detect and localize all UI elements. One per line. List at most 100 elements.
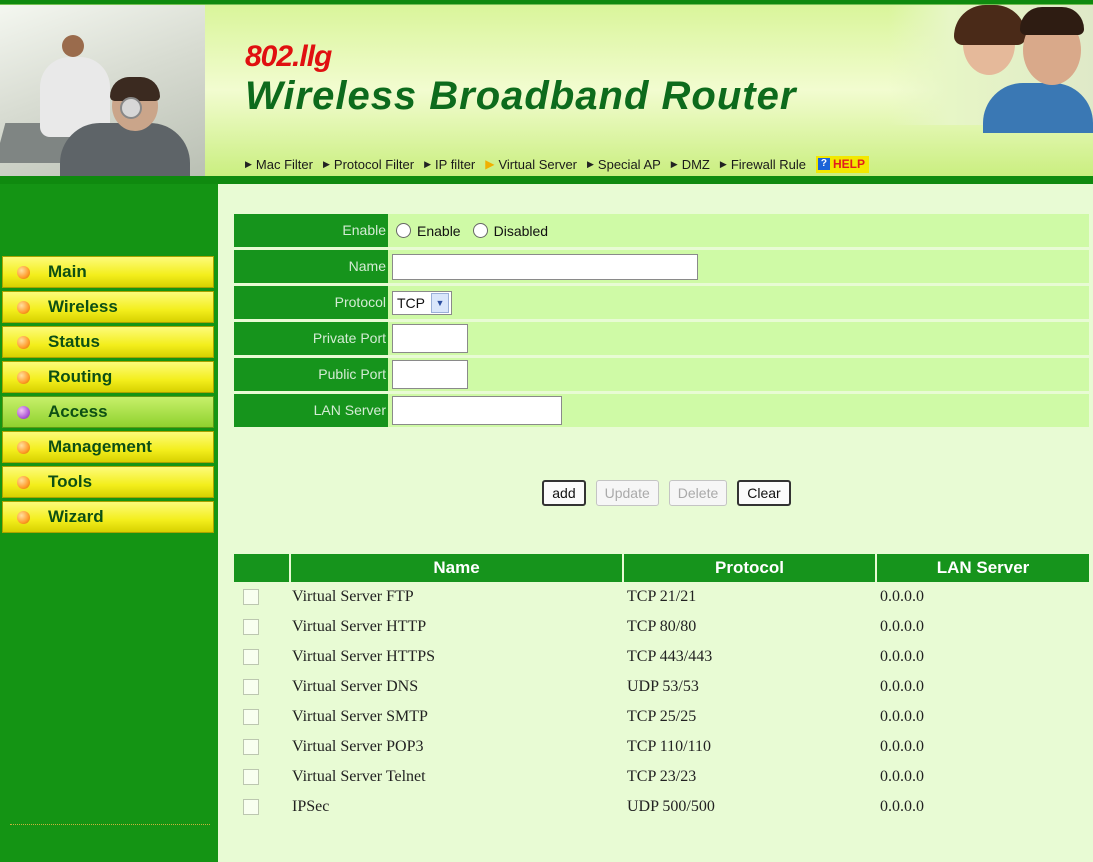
protocol-select[interactable]: TCP ▼ bbox=[392, 290, 452, 315]
row-lan-server: 0.0.0.0 bbox=[880, 648, 924, 665]
private-port-input[interactable] bbox=[392, 324, 468, 353]
form-row-private-port: Private Port bbox=[234, 322, 1089, 355]
public-port-input[interactable] bbox=[392, 360, 468, 389]
triangle-right-icon: ▶ bbox=[322, 158, 330, 169]
form-buttons: add Update Delete Clear bbox=[234, 480, 1093, 506]
lan-server-column-header: LAN Server bbox=[875, 554, 1089, 582]
disabled-radio[interactable] bbox=[472, 223, 488, 238]
headphones-graphic bbox=[120, 97, 142, 119]
row-checkbox[interactable] bbox=[243, 679, 259, 695]
row-select-cell bbox=[234, 709, 289, 725]
name-input[interactable] bbox=[392, 253, 698, 280]
table-row: Virtual Server Telnet TCP 23/23 0.0.0.0 bbox=[234, 762, 1089, 792]
triangle-right-icon: ▶ bbox=[424, 158, 432, 169]
row-checkbox[interactable] bbox=[243, 739, 259, 755]
row-protocol: UDP 500/500 bbox=[627, 798, 715, 815]
private-port-label: Private Port bbox=[234, 322, 388, 355]
bullet-icon bbox=[17, 335, 30, 349]
row-lan-server: 0.0.0.0 bbox=[880, 588, 924, 605]
enable-label: Enable bbox=[234, 214, 388, 247]
enable-radio-label: Enable bbox=[417, 222, 461, 239]
row-protocol: UDP 53/53 bbox=[627, 678, 699, 695]
row-name: Virtual Server FTP bbox=[292, 588, 414, 605]
select-column-header bbox=[234, 554, 289, 582]
clear-button[interactable]: Clear bbox=[737, 480, 791, 506]
table-header: Name Protocol LAN Server bbox=[234, 554, 1089, 582]
delete-button[interactable]: Delete bbox=[668, 480, 728, 506]
table-row: Virtual Server DNS UDP 53/53 0.0.0.0 bbox=[234, 672, 1089, 702]
nav-special-ap[interactable]: ▶ Special AP bbox=[587, 157, 661, 172]
sidebar-item-label: Status bbox=[48, 332, 100, 351]
main-content: Enable Enable Disabled Name Protocol TCP… bbox=[218, 184, 1093, 862]
row-checkbox[interactable] bbox=[243, 589, 259, 605]
row-protocol: TCP 21/21 bbox=[627, 588, 697, 605]
row-checkbox[interactable] bbox=[243, 649, 259, 665]
form-row-enable: Enable Enable Disabled bbox=[234, 214, 1089, 247]
brand-title: Wireless Broadband Router bbox=[245, 74, 797, 118]
row-name: Virtual Server Telnet bbox=[292, 768, 426, 785]
person-graphic bbox=[983, 83, 1093, 133]
triangle-right-icon: ▶ bbox=[719, 158, 727, 169]
nav-firewall-rule[interactable]: ▶ Firewall Rule bbox=[720, 157, 806, 172]
table-row: Virtual Server POP3 TCP 110/110 0.0.0.0 bbox=[234, 732, 1089, 762]
triangle-right-icon: ▶ bbox=[587, 158, 594, 169]
row-select-cell bbox=[234, 649, 289, 665]
enable-field: Enable Disabled bbox=[388, 214, 1089, 247]
bullet-icon bbox=[17, 405, 30, 419]
row-name: Virtual Server HTTP bbox=[292, 618, 427, 635]
sidebar-divider bbox=[10, 824, 210, 825]
table-row: IPSec UDP 500/500 0.0.0.0 bbox=[234, 792, 1089, 822]
protocol-column-header: Protocol bbox=[622, 554, 875, 582]
public-port-field bbox=[388, 358, 1089, 391]
nav-label: Protocol Filter bbox=[333, 156, 415, 172]
lan-server-input[interactable] bbox=[392, 396, 562, 425]
sidebar-item-routing[interactable]: Routing bbox=[2, 361, 214, 393]
lan-server-field bbox=[388, 394, 1089, 427]
row-checkbox[interactable] bbox=[243, 709, 259, 725]
sidebar-item-access[interactable]: Access bbox=[2, 396, 214, 428]
row-select-cell bbox=[234, 799, 289, 815]
nav-dmz[interactable]: ▶ DMZ bbox=[671, 157, 710, 172]
form-row-lan-server: LAN Server bbox=[234, 394, 1089, 427]
add-button[interactable]: add bbox=[542, 480, 586, 506]
nav-label: Virtual Server bbox=[498, 156, 577, 172]
sidebar-item-tools[interactable]: Tools bbox=[2, 466, 214, 498]
sidebar-item-label: Access bbox=[48, 402, 108, 421]
header-divider bbox=[0, 176, 1093, 184]
sidebar-item-wizard[interactable]: Wizard bbox=[2, 501, 214, 533]
row-protocol: TCP 110/110 bbox=[627, 738, 712, 755]
row-select-cell bbox=[234, 589, 289, 605]
row-select-cell bbox=[234, 679, 289, 695]
sidebar-item-main[interactable]: Main bbox=[2, 256, 214, 288]
nav-ip-filter[interactable]: ▶ IP filter bbox=[424, 157, 475, 172]
enable-radio[interactable] bbox=[396, 223, 411, 238]
row-checkbox[interactable] bbox=[243, 619, 259, 635]
nav-label: IP filter bbox=[435, 156, 476, 172]
triangle-right-icon: ▶ bbox=[485, 157, 495, 171]
nav-virtual-server[interactable]: ▶ Virtual Server bbox=[485, 157, 577, 172]
form-row-public-port: Public Port bbox=[234, 358, 1089, 391]
sidebar-item-management[interactable]: Management bbox=[2, 431, 214, 463]
virtual-server-table: Name Protocol LAN Server Virtual Server … bbox=[234, 554, 1089, 822]
table-row: Virtual Server HTTPS TCP 443/443 0.0.0.0 bbox=[234, 642, 1089, 672]
nav-mac-filter[interactable]: ▶ Mac Filter bbox=[245, 157, 313, 172]
row-name: Virtual Server POP3 bbox=[292, 738, 424, 755]
bullet-icon bbox=[17, 510, 30, 524]
bullet-icon bbox=[17, 300, 30, 314]
person-graphic bbox=[62, 35, 84, 57]
row-lan-server: 0.0.0.0 bbox=[880, 738, 924, 755]
row-lan-server: 0.0.0.0 bbox=[880, 708, 924, 725]
row-lan-server: 0.0.0.0 bbox=[880, 798, 924, 815]
row-select-cell bbox=[234, 619, 289, 635]
sidebar-item-wireless[interactable]: Wireless bbox=[2, 291, 214, 323]
protocol-field: TCP ▼ bbox=[388, 286, 1089, 319]
sidebar-item-status[interactable]: Status bbox=[2, 326, 214, 358]
nav-protocol-filter[interactable]: ▶ Protocol Filter bbox=[323, 157, 414, 172]
row-protocol: TCP 443/443 bbox=[627, 648, 713, 665]
help-button[interactable]: ? HELP bbox=[815, 155, 869, 173]
row-checkbox[interactable] bbox=[243, 769, 259, 785]
row-checkbox[interactable] bbox=[243, 799, 259, 815]
sidebar-item-label: Wizard bbox=[48, 507, 104, 526]
sidebar-item-label: Wireless bbox=[48, 297, 118, 316]
update-button[interactable]: Update bbox=[595, 480, 659, 506]
